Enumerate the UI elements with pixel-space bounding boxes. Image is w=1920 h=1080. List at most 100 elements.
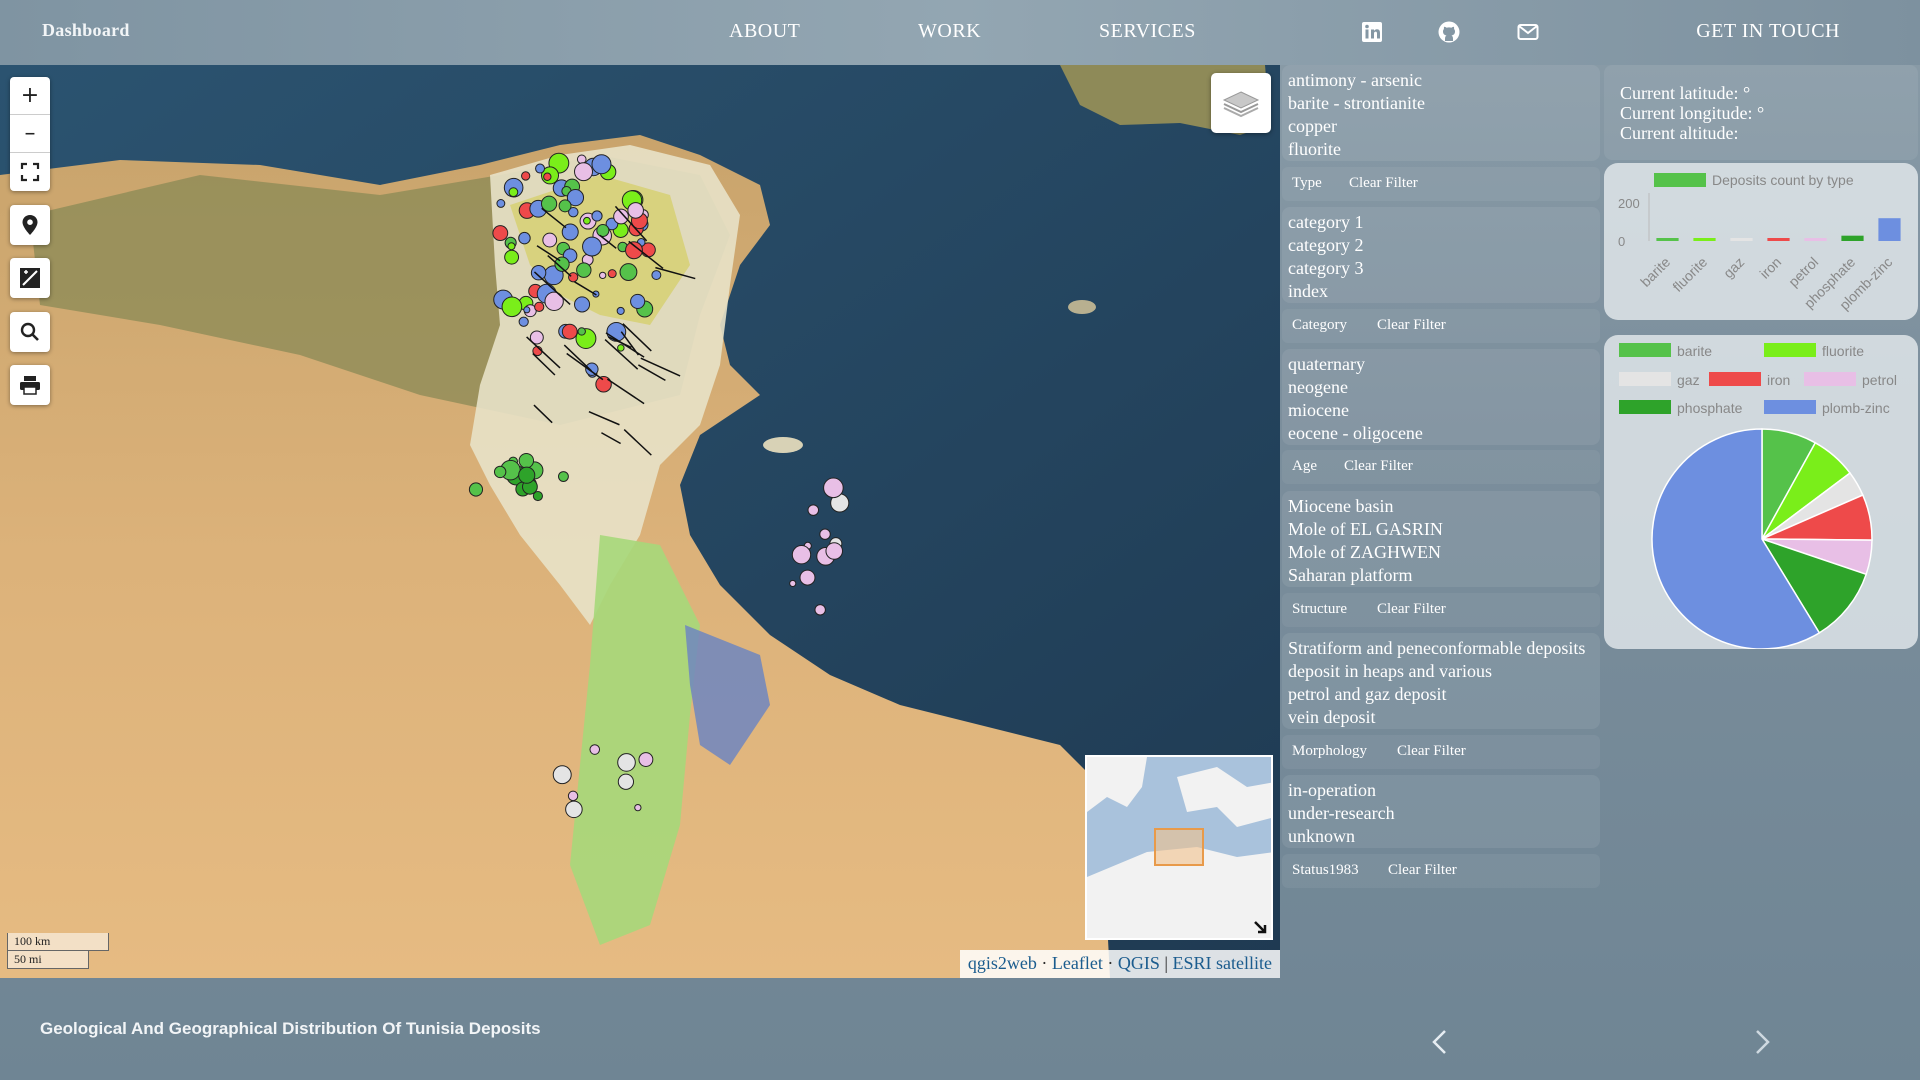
- deposit-marker: [589, 744, 601, 755]
- list-item[interactable]: deposit in heaps and various: [1288, 660, 1594, 683]
- pie-legend-swatch-phosphate: [1619, 400, 1671, 414]
- list-item[interactable]: barite - strontianite: [1288, 92, 1594, 115]
- deposit-marker: [627, 202, 644, 219]
- list-item[interactable]: petrol and gaz deposit: [1288, 683, 1594, 706]
- deposit-marker: [574, 296, 591, 313]
- morphology-clear-filter-button[interactable]: Clear Filter: [1397, 743, 1466, 760]
- brand-logo[interactable]: Dashboard: [42, 20, 130, 41]
- list-item[interactable]: Mole of ZAGHWEN: [1288, 541, 1594, 564]
- list-item[interactable]: unknown: [1288, 825, 1594, 848]
- x-tick-label: iron: [1756, 254, 1784, 282]
- pie-legend-swatch-gaz: [1619, 372, 1671, 386]
- layer-switcher-button[interactable]: [1211, 73, 1271, 133]
- top-navigation-bar: Dashboard ABOUT WORK SERVICES GET IN TOU…: [0, 0, 1920, 65]
- deposit-marker: [568, 272, 579, 283]
- locate-button[interactable]: [10, 205, 50, 245]
- deposit-marker: [558, 199, 572, 213]
- category-clear-filter-button[interactable]: Clear Filter: [1377, 317, 1446, 334]
- github-icon[interactable]: [1437, 20, 1461, 44]
- deposit-marker: [574, 162, 593, 182]
- list-item[interactable]: Miocene basin: [1288, 495, 1594, 518]
- overview-minimap[interactable]: [1085, 755, 1273, 940]
- list-item[interactable]: Mole of EL GASRIN: [1288, 518, 1594, 541]
- type-clear-filter-button[interactable]: Clear Filter: [1349, 175, 1418, 192]
- attribution-qgis2web-link[interactable]: qgis2web: [968, 953, 1037, 973]
- measure-button[interactable]: [10, 258, 50, 298]
- deposit-marker: [807, 504, 820, 516]
- bar-fluorite: [1693, 238, 1716, 241]
- attribution-qgis-link[interactable]: QGIS: [1118, 953, 1160, 973]
- deposit-marker: [599, 271, 607, 280]
- deposit-marker: [616, 306, 625, 315]
- attribution-leaflet-link[interactable]: Leaflet: [1052, 953, 1103, 973]
- deposit-marker: [565, 800, 583, 819]
- age-filter-list[interactable]: quaternary neogene miocene eocene - olig…: [1282, 349, 1600, 445]
- deposit-marker: [518, 231, 531, 245]
- deposit-marker: [521, 171, 531, 181]
- morphology-filter-list[interactable]: Stratiform and peneconformable deposits …: [1282, 633, 1600, 729]
- fullscreen-button[interactable]: [10, 153, 50, 191]
- age-filter-label: Age: [1292, 458, 1317, 474]
- pie-legend-label: phosphate: [1677, 400, 1743, 416]
- list-item[interactable]: neogene: [1288, 376, 1594, 399]
- structure-filter-list[interactable]: Miocene basin Mole of EL GASRIN Mole of …: [1282, 491, 1600, 587]
- deposit-marker: [825, 542, 844, 560]
- attribution-esri-link[interactable]: ESRI satellite: [1173, 953, 1272, 973]
- y-tick-label: 200: [1618, 196, 1640, 211]
- list-item[interactable]: fluorite: [1288, 138, 1594, 161]
- list-item[interactable]: in-operation: [1288, 779, 1594, 802]
- list-item[interactable]: miocene: [1288, 399, 1594, 422]
- search-button[interactable]: [10, 312, 50, 352]
- deposit-marker: [530, 264, 547, 281]
- structure-clear-filter-button[interactable]: Clear Filter: [1377, 601, 1446, 618]
- current-altitude: Current altitude:: [1620, 123, 1739, 143]
- list-item[interactable]: Stratiform and peneconformable deposits: [1288, 637, 1594, 660]
- print-button[interactable]: [10, 365, 50, 405]
- deposit-marker: [791, 545, 812, 565]
- nav-work[interactable]: WORK: [918, 20, 981, 43]
- deposit-marker: [634, 803, 642, 812]
- ruler-icon: [20, 268, 40, 288]
- map-view[interactable]: + – 100 km 50 mi qgis2web · Leaflet · QG…: [0, 65, 1280, 978]
- list-item[interactable]: antimony - arsenic: [1288, 69, 1594, 92]
- deposit-marker: [552, 765, 572, 785]
- nav-about[interactable]: ABOUT: [729, 20, 800, 43]
- category-filter-row: Category Clear Filter: [1282, 309, 1600, 343]
- get-in-touch-button[interactable]: GET IN TOUCH: [1696, 20, 1840, 43]
- mail-icon[interactable]: [1516, 20, 1540, 44]
- list-item[interactable]: category 2: [1288, 234, 1594, 257]
- list-item[interactable]: category 3: [1288, 257, 1594, 280]
- deposit-marker: [468, 482, 484, 497]
- nav-services[interactable]: SERVICES: [1099, 20, 1196, 43]
- linkedin-icon[interactable]: [1360, 20, 1384, 44]
- bar-chart-panel: Deposits count by type 200 0 barite fluorite…: [1604, 163, 1918, 320]
- list-item[interactable]: category 1: [1288, 211, 1594, 234]
- zoom-in-button[interactable]: +: [10, 77, 50, 115]
- deposit-marker: [617, 773, 635, 790]
- type-filter-row: Type Clear Filter: [1282, 167, 1600, 201]
- status-clear-filter-button[interactable]: Clear Filter: [1388, 862, 1457, 879]
- list-item[interactable]: under-research: [1288, 802, 1594, 825]
- pie-legend-label: petrol: [1862, 372, 1897, 388]
- list-item[interactable]: Saharan platform: [1288, 564, 1594, 587]
- list-item[interactable]: eocene - oligocene: [1288, 422, 1594, 445]
- next-arrow-icon[interactable]: [1752, 1028, 1772, 1056]
- bar-barite: [1656, 238, 1679, 241]
- category-filter-list[interactable]: category 1 category 2 category 3 index: [1282, 207, 1600, 303]
- zoom-out-button[interactable]: –: [10, 115, 50, 153]
- age-clear-filter-button[interactable]: Clear Filter: [1344, 458, 1413, 475]
- deposit-marker: [630, 293, 646, 309]
- zoom-control: + –: [10, 77, 50, 191]
- deposit-marker: [543, 172, 552, 181]
- deposit-marker: [508, 187, 519, 198]
- minimap-view: [1087, 757, 1271, 938]
- list-item[interactable]: copper: [1288, 115, 1594, 138]
- deposit-marker: [606, 321, 627, 342]
- pie-legend-swatch-iron: [1709, 372, 1761, 386]
- previous-arrow-icon[interactable]: [1430, 1028, 1450, 1056]
- type-filter-list[interactable]: antimony - arsenic barite - strontianite…: [1282, 65, 1600, 161]
- status-filter-list[interactable]: in-operation under-research unknown: [1282, 775, 1600, 848]
- list-item[interactable]: index: [1288, 280, 1594, 303]
- list-item[interactable]: quaternary: [1288, 353, 1594, 376]
- list-item[interactable]: vein deposit: [1288, 706, 1594, 729]
